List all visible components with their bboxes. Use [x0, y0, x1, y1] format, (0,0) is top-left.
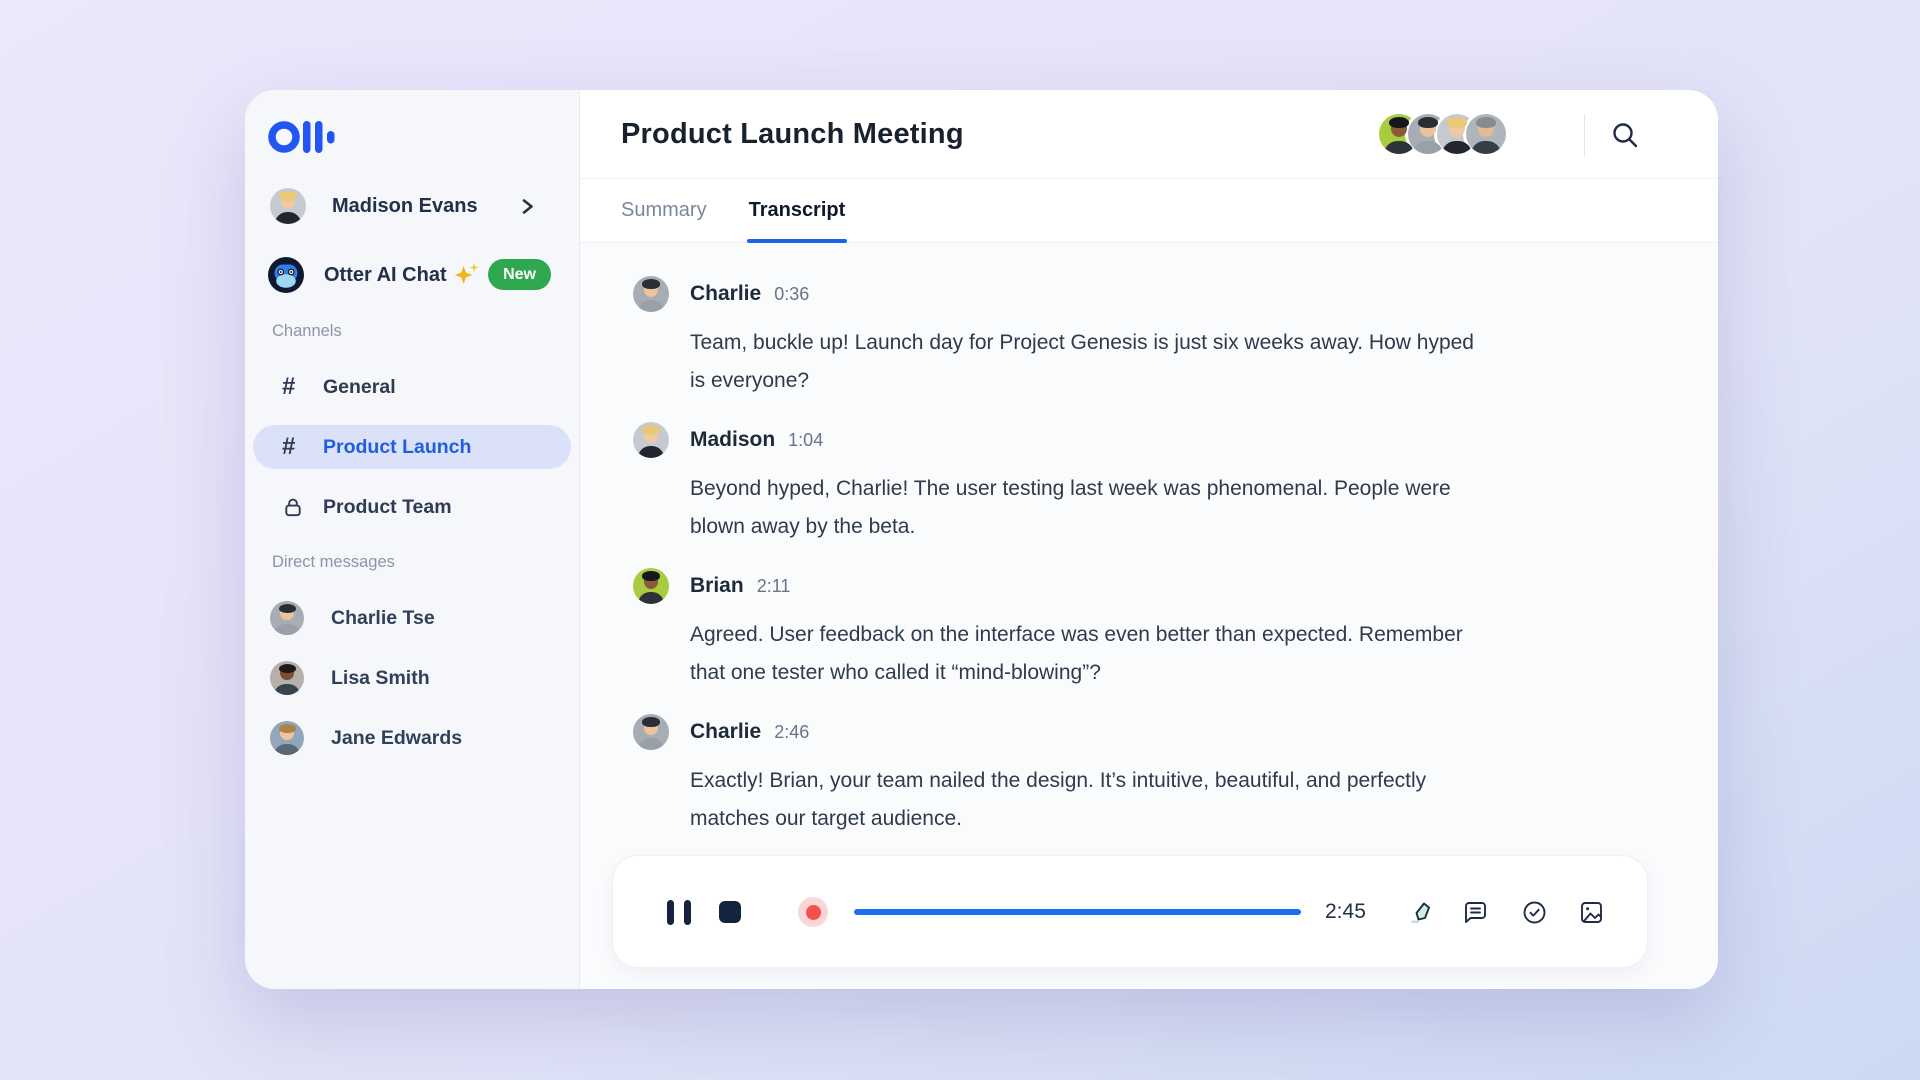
- image-icon[interactable]: [1578, 899, 1605, 926]
- check-circle-icon[interactable]: [1521, 899, 1548, 926]
- sparkles-icon: [455, 263, 479, 287]
- message-text: Exactly! Brian, your team nailed the des…: [690, 762, 1426, 800]
- page-title: Product Launch Meeting: [621, 118, 964, 151]
- speaker-name: Brian: [690, 574, 744, 598]
- speaker-name: Charlie: [690, 720, 761, 744]
- dm-name: Charlie Tse: [331, 607, 435, 630]
- sidebar-item-product-team[interactable]: Product Team: [245, 487, 579, 527]
- avatar-charlie: [633, 276, 669, 312]
- lock-icon: [282, 496, 304, 519]
- transcript-panel: Charlie 0:36 Team, buckle up! Launch day…: [580, 243, 1718, 989]
- otter-logo: [267, 116, 347, 158]
- dm-name: Jane Edwards: [331, 727, 462, 750]
- message-timestamp: 2:46: [774, 722, 809, 743]
- message-text: matches our target audience.: [690, 800, 1426, 838]
- tab-bar: Summary Transcript: [580, 179, 1718, 243]
- sidebar-user-account[interactable]: Madison Evans: [245, 186, 579, 226]
- channel-label: Product Team: [323, 496, 452, 519]
- transcript-message: Charlie 0:36 Team, buckle up! Launch day…: [633, 276, 1474, 400]
- transcript-message: Madison 1:04 Beyond hyped, Charlie! The …: [633, 422, 1451, 546]
- channels-section-label: Channels: [272, 322, 342, 341]
- tab-transcript[interactable]: Transcript: [749, 179, 846, 242]
- chevron-right-icon[interactable]: [518, 197, 537, 216]
- meeting-header: Product Launch Meeting: [580, 90, 1718, 179]
- playback-bar: 2:45: [612, 855, 1648, 968]
- avatar-lisa: [270, 661, 304, 695]
- avatar-jane: [270, 721, 304, 755]
- message-text: blown away by the beta.: [690, 508, 1451, 546]
- channel-label: Product Launch: [323, 436, 471, 459]
- avatar-participant-4[interactable]: [1466, 114, 1506, 154]
- message-timestamp: 1:04: [788, 430, 823, 451]
- message-timestamp: 0:36: [774, 284, 809, 305]
- channel-label: General: [323, 376, 396, 399]
- otter-mascot-icon: [268, 257, 304, 293]
- speaker-name: Charlie: [690, 282, 761, 306]
- sidebar-item-general[interactable]: # General: [245, 367, 579, 407]
- message-text: Beyond hyped, Charlie! The user testing …: [690, 470, 1451, 508]
- stop-button[interactable]: [719, 901, 741, 923]
- avatar-madison: [633, 422, 669, 458]
- otter-ai-chat-label: Otter AI Chat: [324, 264, 447, 287]
- tab-summary[interactable]: Summary: [621, 179, 707, 242]
- message-text: that one tester who called it “mind-blow…: [690, 654, 1463, 692]
- transcript-message: Charlie 2:46 Exactly! Brian, your team n…: [633, 714, 1426, 838]
- new-badge: New: [488, 259, 551, 290]
- playback-progress[interactable]: [854, 909, 1301, 915]
- sidebar-item-otter-ai-chat[interactable]: Otter AI Chat New: [245, 255, 579, 295]
- highlighter-icon[interactable]: [1408, 899, 1435, 926]
- sidebar-item-product-launch[interactable]: # Product Launch: [253, 425, 571, 469]
- main-panel: Product Launch Meeting Summary Transcrip…: [580, 90, 1718, 989]
- dm-section-label: Direct messages: [272, 553, 395, 572]
- transcript-message: Brian 2:11 Agreed. User feedback on the …: [633, 568, 1463, 692]
- avatar-charlie: [633, 714, 669, 750]
- message-text: Team, buckle up! Launch day for Project …: [690, 324, 1474, 362]
- pause-button[interactable]: [667, 900, 691, 925]
- sidebar-item-lisa-smith[interactable]: Lisa Smith: [245, 658, 579, 698]
- speaker-name: Madison: [690, 428, 775, 452]
- search-icon[interactable]: [1610, 120, 1640, 150]
- record-indicator[interactable]: [798, 897, 828, 927]
- avatar-brian: [633, 568, 669, 604]
- dm-name: Lisa Smith: [331, 667, 430, 690]
- comment-icon[interactable]: [1462, 899, 1489, 926]
- sidebar-item-jane-edwards[interactable]: Jane Edwards: [245, 718, 579, 758]
- sidebar-item-charlie-tse[interactable]: Charlie Tse: [245, 598, 579, 638]
- avatar-madison: [270, 188, 306, 224]
- elapsed-time: 2:45: [1325, 900, 1366, 924]
- app-window: Madison Evans Otter AI Chat: [245, 90, 1718, 989]
- avatar-charlie: [270, 601, 304, 635]
- message-text: is everyone?: [690, 362, 1474, 400]
- hash-icon: #: [282, 373, 304, 401]
- hash-icon: #: [282, 433, 304, 461]
- user-name: Madison Evans: [332, 195, 478, 218]
- message-timestamp: 2:11: [757, 576, 791, 597]
- participant-avatars[interactable]: [1379, 114, 1506, 154]
- message-text: Agreed. User feedback on the interface w…: [690, 616, 1463, 654]
- header-divider: [1584, 114, 1585, 156]
- sidebar: Madison Evans Otter AI Chat: [245, 90, 580, 989]
